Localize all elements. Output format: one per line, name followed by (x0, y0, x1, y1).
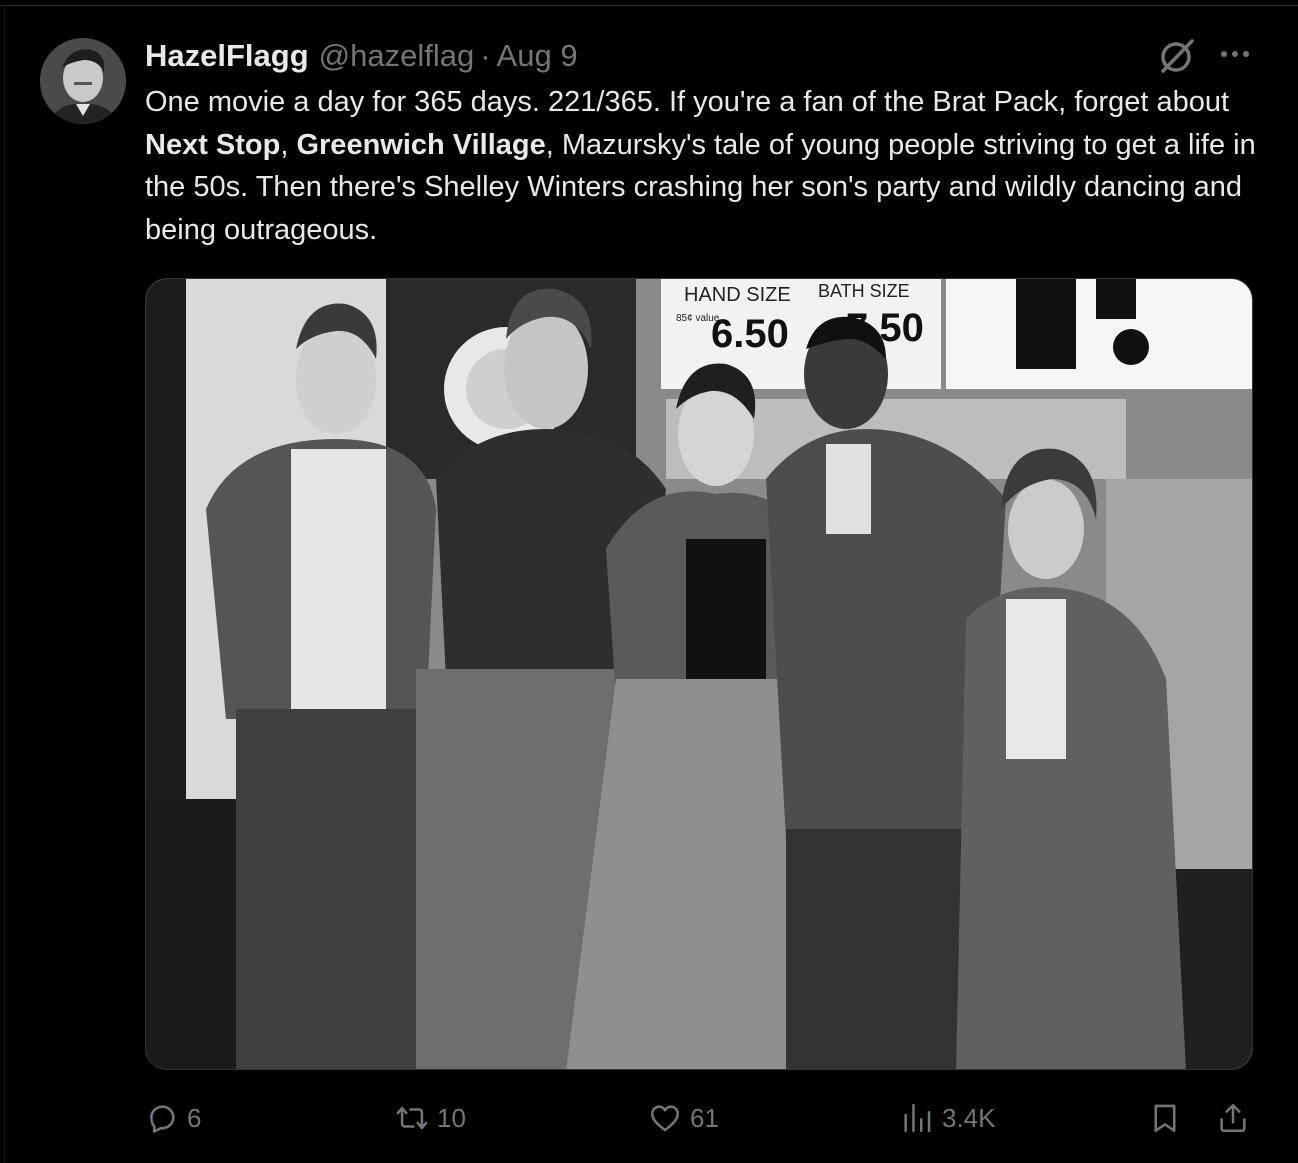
avatar[interactable] (40, 38, 126, 124)
tweet-photo[interactable]: HAND SIZE BATH SIZE 85¢ value 6.50 7.50 (145, 278, 1253, 1070)
more-icon[interactable] (1217, 44, 1253, 64)
tweet-header: HazelFlagg @hazelflag · Aug 9 (145, 38, 578, 74)
repost-button[interactable]: 10 (395, 1096, 466, 1140)
avatar-portrait (40, 38, 126, 124)
sign-bath-size: BATH SIZE (818, 281, 910, 301)
bookmark-button[interactable] (1148, 1096, 1190, 1140)
separator-dot: · (480, 38, 491, 73)
views-bar-icon (904, 1103, 931, 1133)
photo-illustration: HAND SIZE BATH SIZE 85¢ value 6.50 7.50 (146, 279, 1252, 1069)
like-button[interactable]: 61 (648, 1096, 719, 1140)
bookmark-icon (1154, 1104, 1176, 1133)
share-icon (1220, 1103, 1246, 1133)
reply-icon (150, 1105, 175, 1133)
reply-count: 6 (187, 1102, 202, 1133)
action-bar: 6 10 61 3.4K (145, 1096, 1255, 1140)
repost-icon (396, 1106, 428, 1130)
views-count: 3.4K (942, 1102, 996, 1133)
repost-count: 10 (437, 1102, 466, 1133)
like-count: 61 (690, 1102, 719, 1133)
views-button[interactable]: 3.4K (900, 1096, 996, 1140)
tweet-text-part-1: One movie a day for 365 days. 221/365. I… (145, 86, 1230, 118)
top-divider (0, 5, 1298, 6)
tweet-text-part-2: , (280, 128, 297, 161)
grok-icon[interactable] (1157, 36, 1197, 76)
share-button[interactable] (1216, 1096, 1258, 1140)
tweet-text-bold-2: Greenwich Village (296, 128, 546, 161)
display-name[interactable]: HazelFlagg (145, 38, 309, 74)
tweet-text: One movie a day for 365 days. 221/365. I… (145, 81, 1265, 251)
reply-button[interactable]: 6 (145, 1096, 201, 1140)
post-time[interactable]: Aug 9 (497, 38, 578, 74)
user-handle[interactable]: @hazelflag (319, 38, 475, 74)
left-divider (4, 5, 5, 1163)
heart-icon (650, 1105, 680, 1132)
price-hand: 6.50 (711, 312, 789, 356)
tweet-text-bold-1: Next Stop (145, 128, 281, 161)
sign-hand-size: HAND SIZE (684, 284, 791, 306)
